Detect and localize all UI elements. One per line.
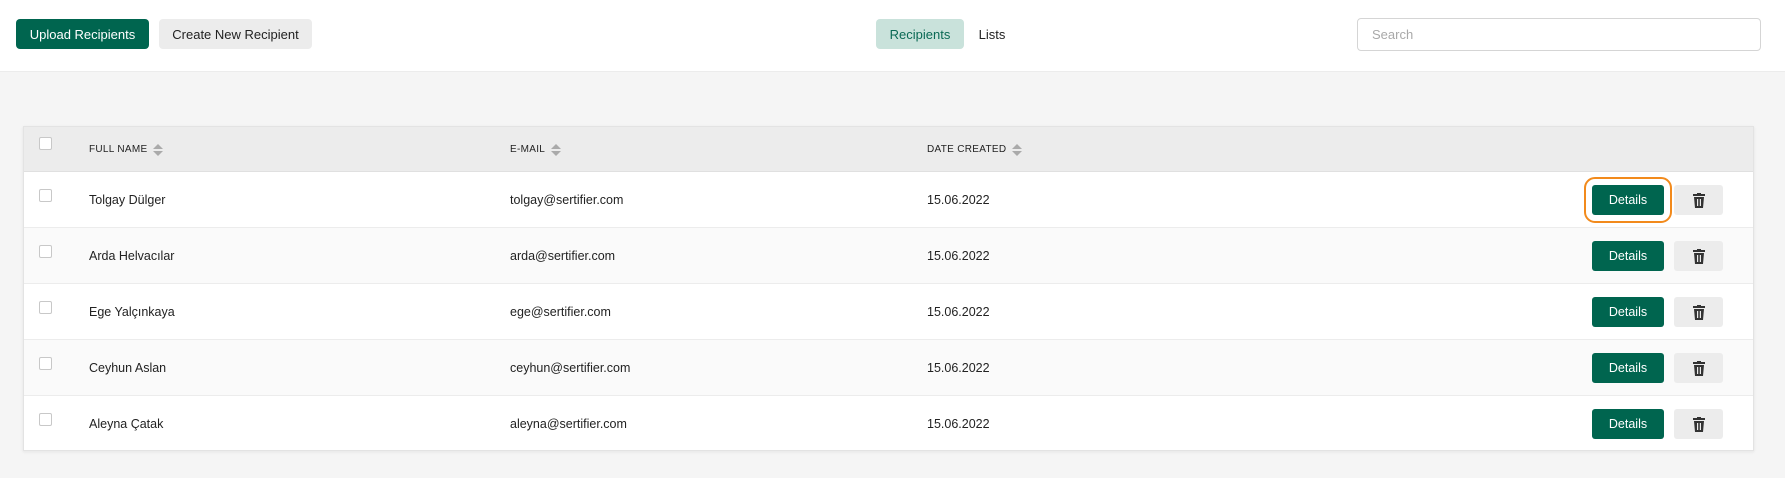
recipient-date-created: 15.06.2022 bbox=[927, 305, 990, 319]
upload-recipients-button[interactable]: Upload Recipients bbox=[16, 19, 149, 49]
table-row: Arda Helvacılar arda@sertifier.com 15.06.2… bbox=[24, 228, 1753, 284]
table-row: Ceyhun Aslan ceyhun@sertifier.com 15.06.20… bbox=[24, 340, 1753, 396]
trash-icon bbox=[1692, 416, 1705, 432]
recipient-date-created: 15.06.2022 bbox=[927, 193, 990, 207]
row-checkbox[interactable] bbox=[39, 413, 52, 426]
details-button[interactable]: Details bbox=[1592, 297, 1664, 327]
top-toolbar: Upload Recipients Create New Recipient R… bbox=[0, 0, 1785, 72]
trash-icon bbox=[1692, 192, 1705, 208]
trash-icon bbox=[1692, 248, 1705, 264]
create-new-recipient-button[interactable]: Create New Recipient bbox=[159, 19, 312, 49]
row-checkbox[interactable] bbox=[39, 245, 52, 258]
recipient-email: aleyna@sertifier.com bbox=[510, 417, 627, 431]
tab-recipients[interactable]: Recipients bbox=[876, 19, 964, 49]
row-checkbox[interactable] bbox=[39, 301, 52, 314]
recipient-date-created: 15.06.2022 bbox=[927, 417, 990, 431]
recipient-date-created: 15.06.2022 bbox=[927, 249, 990, 263]
row-checkbox[interactable] bbox=[39, 357, 52, 370]
recipient-date-created: 15.06.2022 bbox=[927, 361, 990, 375]
row-checkbox[interactable] bbox=[39, 189, 52, 202]
table-header: FULL NAME E-MAIL DATE CREATED bbox=[24, 127, 1753, 172]
select-all-checkbox[interactable] bbox=[39, 137, 52, 150]
recipient-name: Arda Helvacılar bbox=[89, 249, 175, 263]
column-header-label: FULL NAME bbox=[89, 144, 148, 155]
recipients-table: FULL NAME E-MAIL DATE CREATED Tolgay Dül… bbox=[23, 126, 1754, 452]
details-button[interactable]: Details bbox=[1592, 353, 1664, 383]
table-row: Aleyna Çatak aleyna@sertifier.com 15.06.20… bbox=[24, 396, 1753, 452]
tab-lists[interactable]: Lists bbox=[970, 19, 1014, 49]
recipient-name: Tolgay Dülger bbox=[89, 193, 166, 207]
sort-icon[interactable] bbox=[153, 143, 164, 157]
table-row: Ege Yalçınkaya ege@sertifier.com 15.06.202… bbox=[24, 284, 1753, 340]
sort-icon[interactable] bbox=[1012, 143, 1023, 157]
column-header-label: E-MAIL bbox=[510, 144, 546, 155]
recipient-email: arda@sertifier.com bbox=[510, 249, 616, 263]
details-button[interactable]: Details bbox=[1592, 241, 1664, 271]
recipient-name: Ege Yalçınkaya bbox=[89, 305, 175, 319]
recipient-email: tolgay@sertifier.com bbox=[510, 193, 624, 207]
recipient-email: ege@sertifier.com bbox=[510, 305, 611, 319]
delete-button[interactable] bbox=[1674, 353, 1723, 383]
search-input[interactable] bbox=[1357, 18, 1761, 51]
details-button[interactable]: Details bbox=[1584, 177, 1672, 223]
delete-button[interactable] bbox=[1674, 241, 1723, 271]
column-header-full-name[interactable]: FULL NAME bbox=[89, 127, 164, 172]
sort-icon[interactable] bbox=[551, 143, 562, 157]
recipient-name: Aleyna Çatak bbox=[89, 417, 164, 431]
recipient-name: Ceyhun Aslan bbox=[89, 361, 167, 375]
details-button[interactable]: Details bbox=[1592, 409, 1664, 439]
column-header-label: DATE CREATED bbox=[927, 144, 1007, 155]
recipient-email: ceyhun@sertifier.com bbox=[510, 361, 631, 375]
trash-icon bbox=[1692, 304, 1705, 320]
delete-button[interactable] bbox=[1674, 185, 1723, 215]
delete-button[interactable] bbox=[1674, 297, 1723, 327]
delete-button[interactable] bbox=[1674, 409, 1723, 439]
trash-icon bbox=[1692, 360, 1705, 376]
column-header-date-created[interactable]: DATE CREATED bbox=[927, 127, 1023, 172]
column-header-email[interactable]: E-MAIL bbox=[510, 127, 562, 172]
table-row: Tolgay Dülger tolgay@sertifier.com 15.06.2… bbox=[24, 172, 1753, 228]
